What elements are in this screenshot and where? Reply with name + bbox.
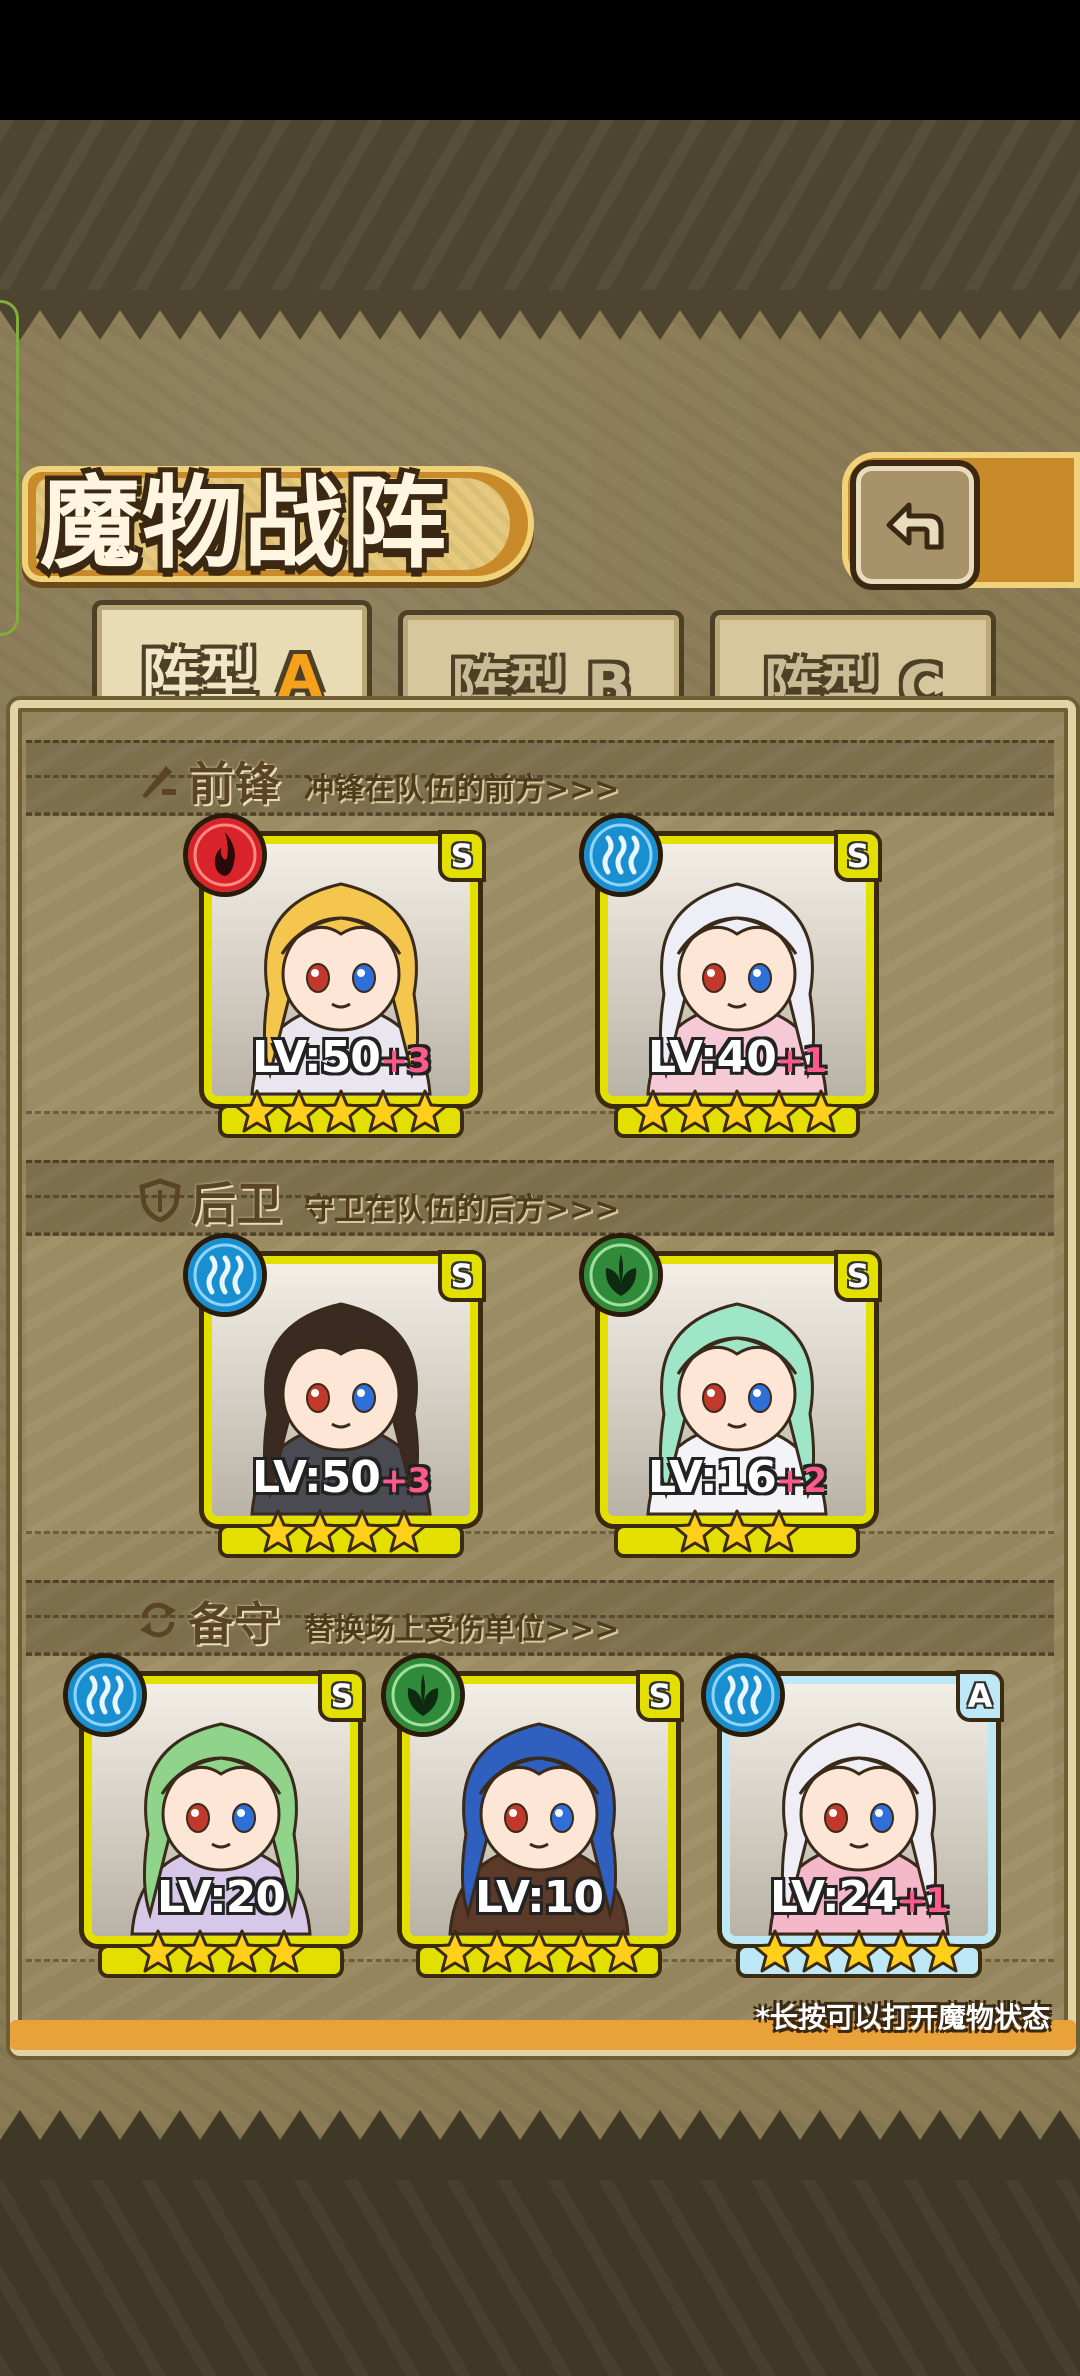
map-background-top <box>0 120 1080 290</box>
star-icon <box>234 1088 280 1134</box>
unit-level-plus: +2 <box>775 1461 827 1501</box>
star-icon <box>402 1088 448 1134</box>
wood-element-icon <box>584 1238 658 1312</box>
side-panel-edge <box>0 300 19 636</box>
star-rating <box>402 1928 676 1978</box>
star-icon <box>432 1928 478 1974</box>
unit-level-value: LV:40 <box>647 1032 777 1083</box>
star-icon <box>630 1088 676 1134</box>
unit-level-value: LV:24 <box>769 1872 899 1923</box>
unit-card-reserve-2[interactable]: S LV:10 <box>386 1658 680 1974</box>
torn-edge-bottom <box>0 2110 1080 2180</box>
star-icon <box>558 1928 604 1974</box>
unit-card-rear-2[interactable]: S LV:16+2 <box>584 1238 878 1554</box>
unit-level-value: LV:50 <box>251 1032 381 1083</box>
star-icon <box>339 1508 385 1554</box>
sword-icon <box>142 766 176 798</box>
star-rating <box>204 1088 478 1138</box>
water-element-icon <box>188 1238 262 1312</box>
water-element-icon <box>68 1658 142 1732</box>
unit-level-value: LV:16 <box>647 1452 777 1503</box>
star-icon <box>318 1088 364 1134</box>
star-icon <box>360 1088 406 1134</box>
star-icon <box>516 1928 562 1974</box>
rear-row <box>26 1232 1054 1534</box>
rank-badge: A <box>960 1674 1000 1718</box>
star-icon <box>255 1508 301 1554</box>
star-icon <box>474 1928 520 1974</box>
unit-level-value: LV:20 <box>157 1872 286 1923</box>
star-icon <box>219 1928 265 1974</box>
unit-level-value: LV:50 <box>251 1452 381 1503</box>
section-rear-title: 后卫 <box>190 1177 282 1231</box>
star-icon <box>756 1088 802 1134</box>
back-button[interactable] <box>850 460 980 590</box>
star-icon <box>920 1928 966 1974</box>
unit-card-front-1[interactable]: S LV:50+3 <box>188 818 482 1134</box>
star-icon <box>714 1508 760 1554</box>
water-element-icon <box>706 1658 780 1732</box>
section-reserve-title: 备守 <box>188 1597 280 1651</box>
unit-level-plus: +1 <box>775 1041 827 1081</box>
star-icon <box>752 1928 798 1974</box>
unit-card-reserve-1[interactable]: S LV:20 <box>68 1658 362 1974</box>
star-icon <box>261 1928 307 1974</box>
star-icon <box>878 1928 924 1974</box>
wood-element-icon <box>386 1658 460 1732</box>
shield-icon <box>139 1178 181 1222</box>
long-press-hint: *长按可以打开魔物状态 <box>755 2001 1050 2034</box>
unit-level: LV:24+1 <box>722 1872 996 1923</box>
star-icon <box>794 1928 840 1974</box>
star-icon <box>714 1088 760 1134</box>
rank-badge: S <box>442 1254 482 1298</box>
unit-level-plus: +3 <box>379 1461 431 1501</box>
water-element-icon <box>584 818 658 892</box>
star-rating <box>84 1928 358 1978</box>
unit-level: LV:40+1 <box>600 1032 874 1083</box>
fire-element-icon <box>188 818 262 892</box>
star-icon <box>836 1928 882 1974</box>
star-icon <box>381 1508 427 1554</box>
back-arrow-icon <box>886 502 944 550</box>
unit-card-reserve-3[interactable]: A LV:24+1 <box>706 1658 1000 1974</box>
star-icon <box>177 1928 223 1974</box>
front-row <box>26 812 1054 1114</box>
star-icon <box>756 1508 802 1554</box>
page-title: 魔物战阵 <box>40 465 448 582</box>
status-bar <box>0 0 1080 120</box>
rank-badge: S <box>322 1674 362 1718</box>
star-rating <box>600 1088 874 1138</box>
star-rating <box>600 1508 874 1558</box>
star-icon <box>672 1508 718 1554</box>
swap-icon <box>140 1602 176 1638</box>
star-icon <box>297 1508 343 1554</box>
star-icon <box>600 1928 646 1974</box>
unit-card-rear-1[interactable]: S LV:50+3 <box>188 1238 482 1554</box>
unit-level-plus: +1 <box>897 1881 949 1921</box>
unit-level: LV:20 <box>84 1872 358 1923</box>
unit-level: LV:16+2 <box>600 1452 874 1503</box>
unit-level: LV:10 <box>402 1872 676 1923</box>
rank-badge: S <box>838 1254 878 1298</box>
rank-badge: S <box>442 834 482 878</box>
star-rating <box>722 1928 996 1978</box>
unit-level-plus: +3 <box>379 1041 431 1081</box>
unit-level-value: LV:10 <box>475 1872 604 1923</box>
rank-badge: S <box>838 834 878 878</box>
unit-level: LV:50+3 <box>204 1032 478 1083</box>
unit-level: LV:50+3 <box>204 1452 478 1503</box>
torn-edge-top <box>0 290 1080 340</box>
star-icon <box>798 1088 844 1134</box>
star-rating <box>204 1508 478 1558</box>
section-front-subtitle: 冲锋在队伍的前方>>> <box>304 772 620 807</box>
star-icon <box>135 1928 181 1974</box>
section-reserve-subtitle: 替换场上受伤单位>>> <box>304 1612 620 1647</box>
section-rear-subtitle: 守卫在队伍的后方>>> <box>304 1192 620 1227</box>
star-icon <box>672 1088 718 1134</box>
unit-card-front-2[interactable]: S LV:40+1 <box>584 818 878 1134</box>
star-icon <box>276 1088 322 1134</box>
rank-badge: S <box>640 1674 680 1718</box>
section-front-title: 前锋 <box>188 757 280 811</box>
map-background-bottom <box>0 2180 1080 2376</box>
